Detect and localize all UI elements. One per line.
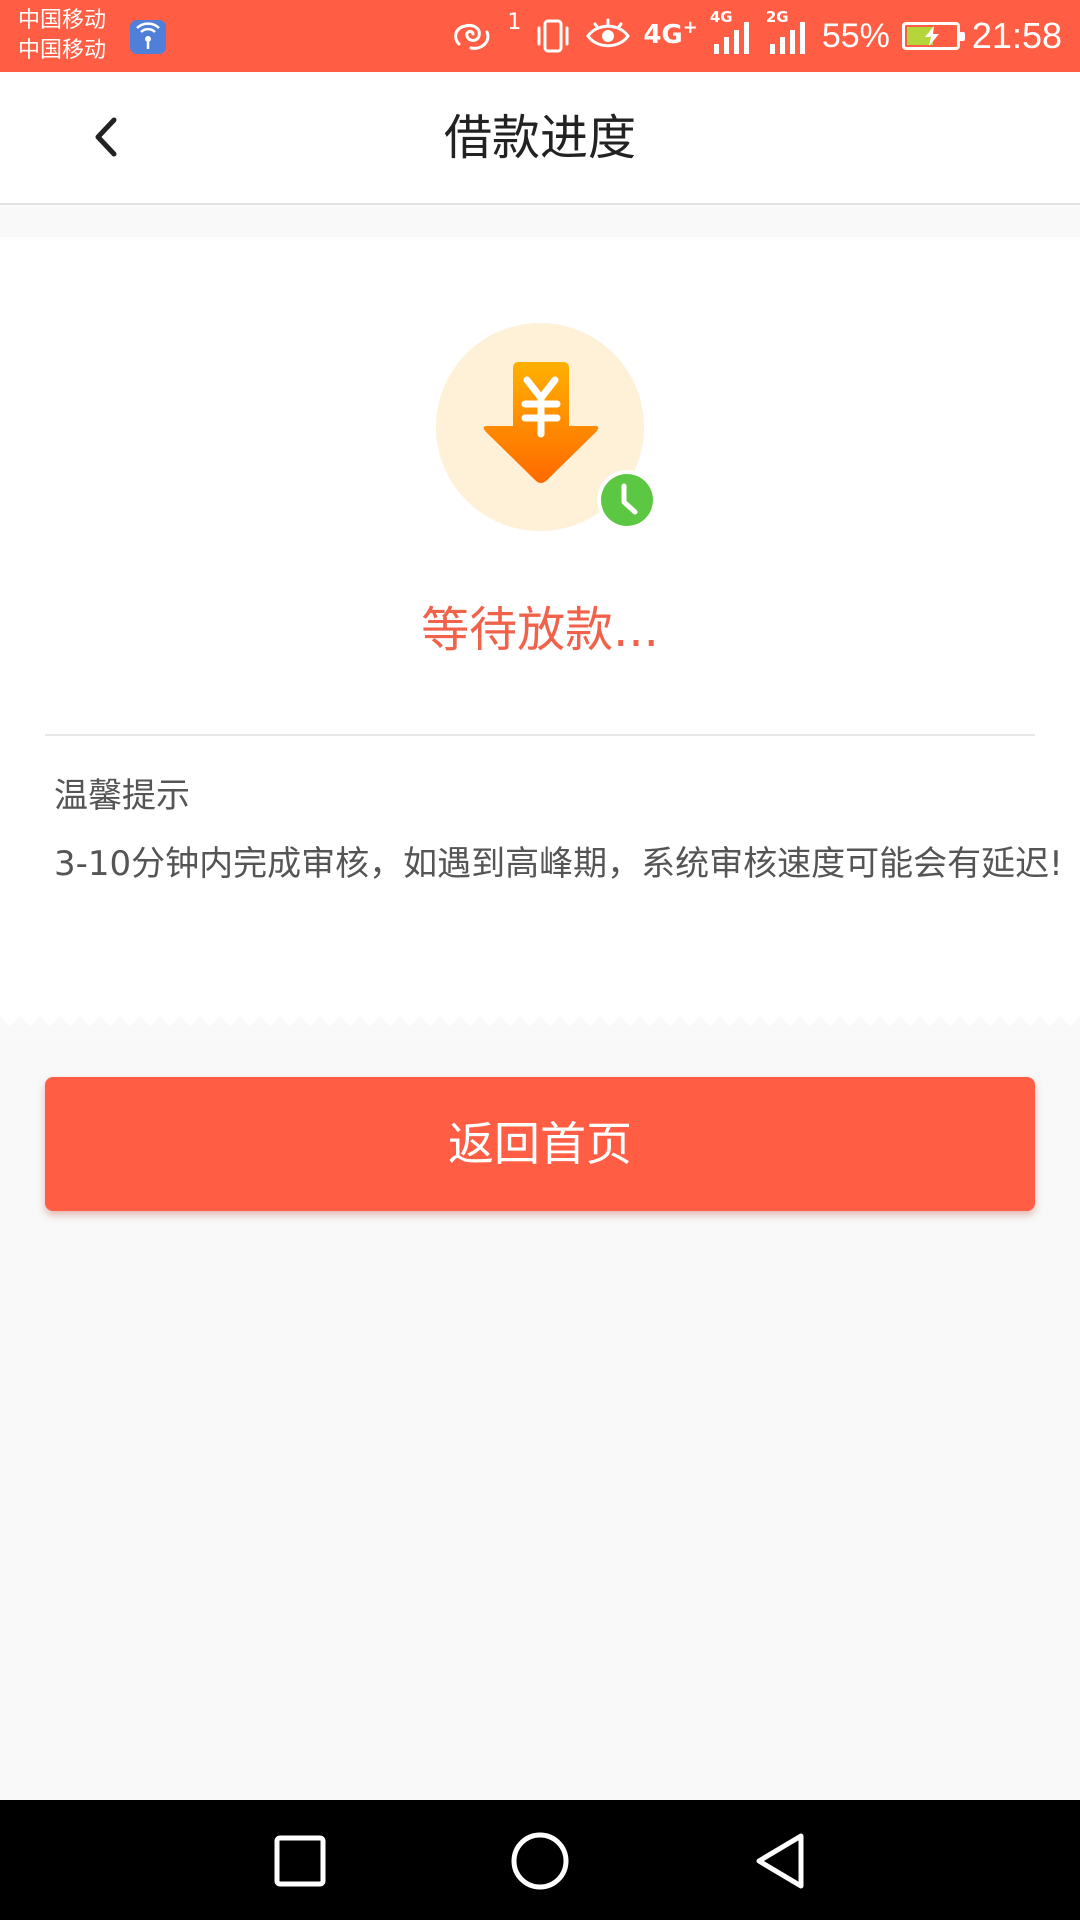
card-scallop-edge (0, 1006, 1080, 1026)
signal-icon-2: 2G (766, 8, 810, 56)
header-bar: 借款进度 (0, 72, 1080, 205)
recent-apps-button[interactable] (265, 1826, 335, 1896)
hd-call-icon (451, 18, 495, 54)
home-nav-button[interactable] (505, 1826, 575, 1896)
sim-indicator: 1 (507, 9, 522, 35)
status-time: 21:58 (971, 15, 1062, 56)
triangle-back-icon (756, 1833, 804, 1889)
status-illustration (435, 322, 657, 542)
tips-title: 温馨提示 (54, 776, 190, 816)
wifi-app-icon (130, 20, 166, 54)
tips-body: 3-10分钟内完成审核，如遇到高峰期，系统审核速度可能会有延迟! (54, 844, 1063, 884)
clock-icon (597, 470, 657, 530)
carrier-name-1: 中国移动 (18, 8, 107, 33)
square-icon (274, 1835, 326, 1887)
status-icons: 1 4G+ 4G 2G 55% 21:58 (451, 0, 1062, 72)
carrier-name-2: 中国移动 (18, 38, 107, 63)
battery-percent: 55% (821, 16, 890, 55)
carrier-info: 中国移动 中国移动 (18, 6, 106, 66)
page-title: 借款进度 (443, 110, 636, 166)
divider (45, 734, 1035, 736)
loan-status-text: 等待放款... (421, 602, 659, 658)
status-bar: 中国移动 中国移动 1 4G+ 4G 2G 55% 21:58 (0, 0, 1080, 72)
battery-charging-icon (901, 22, 965, 50)
charging-bolt-icon (924, 26, 939, 46)
circle-icon (511, 1832, 569, 1890)
back-nav-button[interactable] (745, 1826, 815, 1896)
signal-icon: 4G (710, 8, 754, 56)
eye-icon (585, 18, 631, 54)
network-type-1: 4G+ (643, 16, 698, 50)
return-home-button[interactable]: 返回首页 (45, 1077, 1035, 1211)
vibrate-icon (533, 16, 573, 56)
system-nav-bar (0, 1800, 1080, 1920)
